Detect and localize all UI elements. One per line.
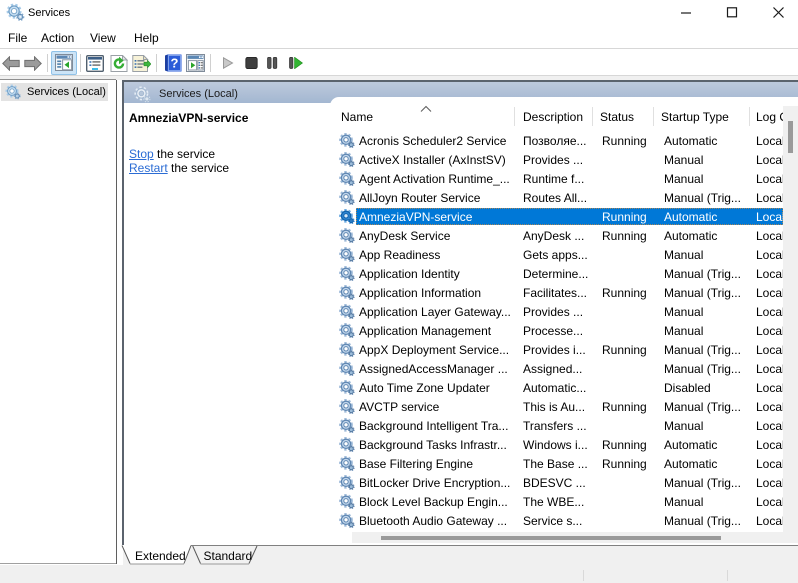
svg-text:?: ? [171, 56, 179, 71]
svg-text:Standard: Standard [204, 549, 253, 563]
svg-text:Extended: Extended [135, 549, 186, 563]
